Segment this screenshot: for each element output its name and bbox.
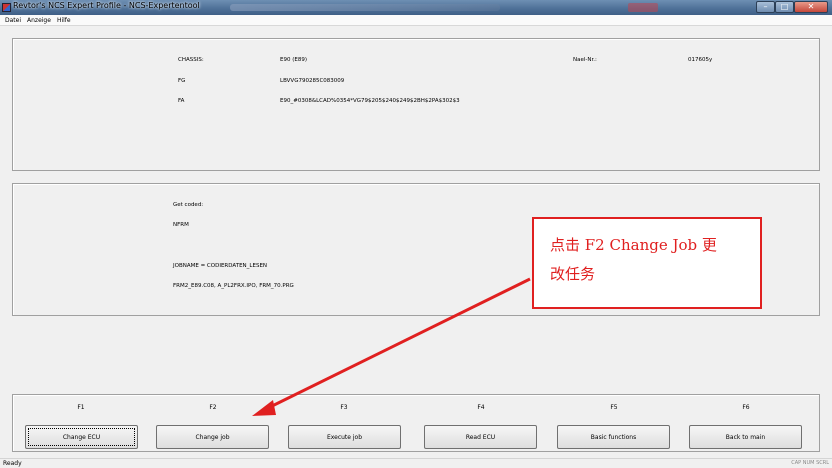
titlebar-blur-badge	[628, 3, 658, 12]
close-button[interactable]: ✕	[794, 1, 828, 13]
change-job-button[interactable]: Change job	[156, 425, 269, 449]
title-bar: Revtor's NCS Expert Profile - NCS-Expert…	[0, 0, 832, 15]
menu-hilfe[interactable]: Hilfe	[54, 15, 74, 25]
fkey-label-f1: F1	[77, 404, 85, 411]
chassis-value: E90 (E89)	[280, 57, 307, 63]
annotation-line-1: 点击 F2 Change Job 更	[550, 236, 717, 254]
basic-functions-button[interactable]: Basic functions	[557, 425, 670, 449]
annotation-callout: 点击 F2 Change Job 更 改任务	[532, 217, 762, 309]
ecu-name: NFRM	[173, 222, 189, 228]
window-controls: – □ ✕	[756, 1, 828, 13]
read-ecu-button[interactable]: Read ECU	[424, 425, 537, 449]
maximize-button[interactable]: □	[775, 1, 794, 13]
fg-label: FG	[178, 78, 186, 84]
status-bar: Ready CAP NUM SCRL	[0, 458, 832, 468]
ecu-files-text: FRM2_E89.C08, A_PL2FRX.IPO, FRM_70.PRG	[173, 283, 294, 289]
job-status-text: Get coded:	[173, 202, 204, 208]
execute-job-button[interactable]: Execute job	[288, 425, 401, 449]
jobname-text: JOBNAME = CODIERDATEN_LESEN	[173, 263, 268, 269]
fkey-label-f4: F4	[477, 404, 485, 411]
fkey-label-f5: F5	[610, 404, 618, 411]
keyboard-indicators: CAP NUM SCRL	[791, 460, 829, 466]
minimize-button[interactable]: –	[756, 1, 775, 13]
fa-label: FA	[178, 98, 185, 104]
fg-value: LBVVG790285C083009	[280, 78, 345, 84]
app-icon	[2, 3, 11, 12]
chassis-label: CHASSIS:	[178, 57, 204, 63]
fkey-label-f6: F6	[742, 404, 750, 411]
change-ecu-button[interactable]: Change ECU	[25, 425, 138, 449]
titlebar-blur-area	[230, 4, 500, 11]
fkey-label-f3: F3	[340, 404, 348, 411]
fkey-label-f2: F2	[209, 404, 217, 411]
menu-anzeige[interactable]: Anzeige	[24, 15, 54, 25]
status-text: Ready	[3, 460, 22, 467]
nael-value: 017605y	[688, 57, 713, 63]
fa-value: E90_#0308&LCAD%0354*VG79$205$240$249$2BH…	[280, 98, 460, 104]
menu-datei[interactable]: Datei	[0, 15, 24, 25]
back-to-main-button[interactable]: Back to main	[689, 425, 802, 449]
window-title: Revtor's NCS Expert Profile - NCS-Expert…	[13, 1, 200, 10]
nael-label: Nael-Nr.:	[573, 57, 597, 63]
menu-bar: Datei Anzeige Hilfe	[0, 15, 832, 26]
annotation-line-2: 改任务	[550, 265, 596, 283]
